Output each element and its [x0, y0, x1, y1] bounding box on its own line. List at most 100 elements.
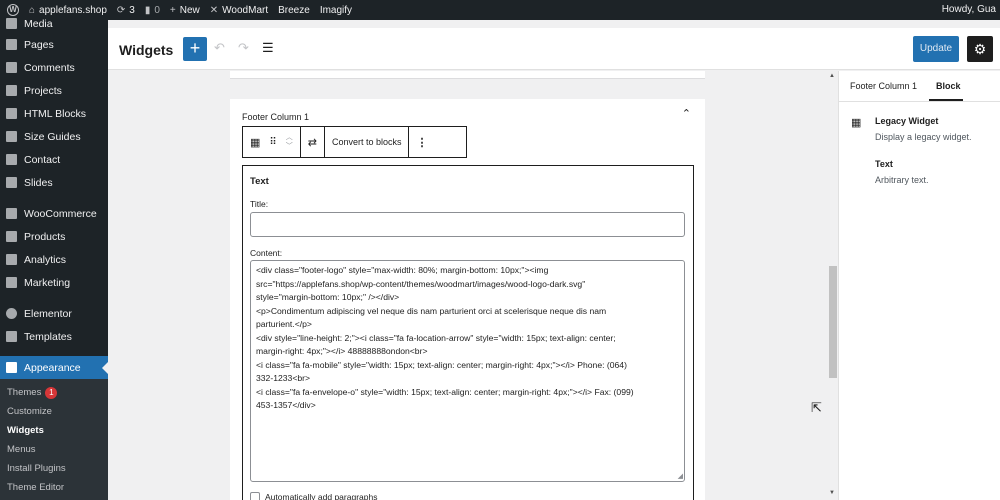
appearance-icon: [6, 362, 17, 373]
imagify-link[interactable]: Imagify: [320, 5, 352, 16]
tab-footer-column-1[interactable]: Footer Column 1: [850, 81, 917, 91]
sidebar-item-woocommerce[interactable]: WooCommerce: [0, 202, 108, 225]
new-content-link[interactable]: + New: [170, 5, 200, 16]
widget-info: Text Arbitrary text.: [851, 159, 929, 185]
settings-sidebar: Footer Column 1 Block ▦ Legacy Widget Di…: [838, 71, 1000, 500]
update-button[interactable]: Update: [913, 36, 959, 62]
slides-icon: [6, 177, 17, 188]
sidebar-item-products[interactable]: Products: [0, 225, 108, 248]
sidebar-item-comments[interactable]: Comments: [0, 56, 108, 79]
canvas-scrollbar[interactable]: ▲ ▼: [828, 71, 838, 500]
transform-group: ⇄: [301, 127, 325, 157]
submenu-item-customize[interactable]: Customize: [0, 402, 108, 421]
block-card: ▦ Legacy Widget Display a legacy widget.: [851, 116, 972, 142]
analytics-icon: [6, 254, 17, 265]
title-input[interactable]: [250, 212, 685, 237]
widget-area-title: Footer Column 1: [242, 112, 310, 122]
comments-icon: [6, 62, 17, 73]
menu-separator: [0, 294, 108, 302]
content-label: Content:: [250, 248, 283, 258]
block-card-description: Display a legacy widget.: [875, 132, 972, 142]
auto-paragraphs-checkbox[interactable]: [250, 492, 260, 500]
auto-paragraphs-option[interactable]: Automatically add paragraphs: [250, 492, 377, 500]
woocommerce-icon: [6, 208, 17, 219]
user-account-link[interactable]: Howdy, Gua: [942, 4, 996, 15]
editor-canvas: Footer Column 1 ⌃ ▦ ⠿ ︿ ﹀ ⇄ Convert to bl…: [108, 71, 838, 500]
legacy-text-widget: Text Title: Content: <div class="footer-…: [242, 165, 694, 500]
plus-icon: +: [169, 4, 176, 16]
submenu-item-theme-editor[interactable]: Theme Editor: [0, 478, 108, 497]
widget-heading: Text: [250, 176, 269, 187]
add-block-button[interactable]: +: [183, 37, 207, 61]
content-line: 453-1357</div>: [256, 400, 316, 410]
tab-block[interactable]: Block: [936, 81, 961, 91]
previous-widget-area[interactable]: [230, 71, 705, 79]
page-title: Widgets: [119, 42, 174, 58]
undo-icon[interactable]: ↶: [214, 40, 225, 56]
mouse-cursor-icon: ⇱: [811, 400, 822, 415]
admin-sidebar: Media Pages Comments Projects HTML Block…: [0, 18, 108, 500]
sidebar-item-templates[interactable]: Templates: [0, 325, 108, 348]
updates-link[interactable]: ⟳ 3: [117, 5, 135, 16]
drag-handle-icon[interactable]: ⠿: [269, 137, 276, 148]
content-line: <div style="line-height: 2;"><i class="f…: [256, 332, 616, 343]
resize-grip-icon[interactable]: ◢: [678, 472, 683, 480]
sidebar-item-projects[interactable]: Projects: [0, 79, 108, 102]
media-icon: [6, 18, 17, 29]
submenu-item-widgets[interactable]: Widgets: [0, 421, 108, 440]
comments-link[interactable]: ▮ 0: [145, 5, 160, 16]
sidebar-item-html-blocks[interactable]: HTML Blocks: [0, 102, 108, 125]
chevron-up-icon[interactable]: ⌃: [682, 107, 691, 120]
update-count-badge: 1: [45, 386, 58, 399]
html-blocks-icon: [6, 108, 17, 119]
scrollbar-thumb[interactable]: [829, 266, 837, 378]
transform-icon[interactable]: ⇄: [308, 136, 317, 149]
move-down-icon[interactable]: ﹀: [286, 142, 293, 151]
projects-icon: [6, 85, 17, 96]
content-line: margin-right: 4px;"></i> 48888888ondon<b…: [256, 346, 428, 356]
content-line: style="margin-bottom: 10px;" /></div>: [256, 292, 400, 302]
submenu-item-menus[interactable]: Menus: [0, 440, 108, 459]
sidebar-item-contact[interactable]: Contact: [0, 148, 108, 171]
active-tab-indicator: [929, 99, 963, 101]
editor-header: Widgets + ↶ ↷ ☰ Update ⚙: [108, 28, 1000, 70]
scroll-down-icon[interactable]: ▼: [829, 490, 835, 496]
move-up-icon[interactable]: ︿: [286, 133, 293, 142]
redo-icon[interactable]: ↷: [238, 40, 249, 56]
block-movers[interactable]: ︿ ﹀: [286, 133, 293, 151]
content-line: parturient.</p>: [256, 319, 312, 329]
content-line: <i class="fa fa-envelope-o" style="width…: [256, 386, 634, 397]
sidebar-item-marketing[interactable]: Marketing: [0, 271, 108, 294]
submenu-item-install-plugins[interactable]: Install Plugins: [0, 459, 108, 478]
scroll-up-icon[interactable]: ▲: [829, 73, 835, 79]
calendar-icon[interactable]: ▦: [250, 136, 260, 149]
more-options-icon[interactable]: ⋮: [416, 136, 427, 149]
content-textarea[interactable]: <div class="footer-logo" style="max-widt…: [250, 260, 685, 482]
marketing-icon: [6, 277, 17, 288]
sidebar-item-elementor[interactable]: Elementor: [0, 302, 108, 325]
settings-gear-icon[interactable]: ⚙: [967, 36, 993, 62]
content-line: 332-1233<br>: [256, 373, 310, 383]
submenu-item-themes[interactable]: Themes 1: [0, 383, 108, 402]
content-line: <div class="footer-logo" style="max-widt…: [256, 265, 549, 275]
updates-icon: ⟳: [116, 4, 126, 16]
sidebar-item-pages[interactable]: Pages: [0, 33, 108, 56]
sidebar-item-media[interactable]: Media: [0, 14, 108, 33]
menu-separator: [0, 194, 108, 202]
sidebar-item-slides[interactable]: Slides: [0, 171, 108, 194]
list-view-icon[interactable]: ☰: [262, 40, 274, 56]
widget-area-footer-column-1[interactable]: Footer Column 1 ⌃ ▦ ⠿ ︿ ﹀ ⇄ Convert to bl…: [230, 99, 705, 500]
sidebar-item-analytics[interactable]: Analytics: [0, 248, 108, 271]
contact-icon: [6, 154, 17, 165]
sidebar-item-appearance[interactable]: Appearance: [0, 356, 108, 379]
widget-info-title: Text: [875, 159, 893, 169]
woodmart-icon: ✕: [209, 4, 219, 16]
content-line: <i class="fa fa-mobile" style="width: 15…: [256, 359, 627, 370]
sidebar-item-size-guides[interactable]: Size Guides: [0, 125, 108, 148]
woodmart-link[interactable]: ✕ WoodMart: [210, 5, 268, 16]
convert-to-blocks-button[interactable]: Convert to blocks: [332, 137, 402, 147]
breeze-link[interactable]: Breeze: [278, 5, 310, 16]
widget-info-description: Arbitrary text.: [875, 175, 929, 185]
pages-icon: [6, 39, 17, 50]
menu-separator: [0, 348, 108, 356]
